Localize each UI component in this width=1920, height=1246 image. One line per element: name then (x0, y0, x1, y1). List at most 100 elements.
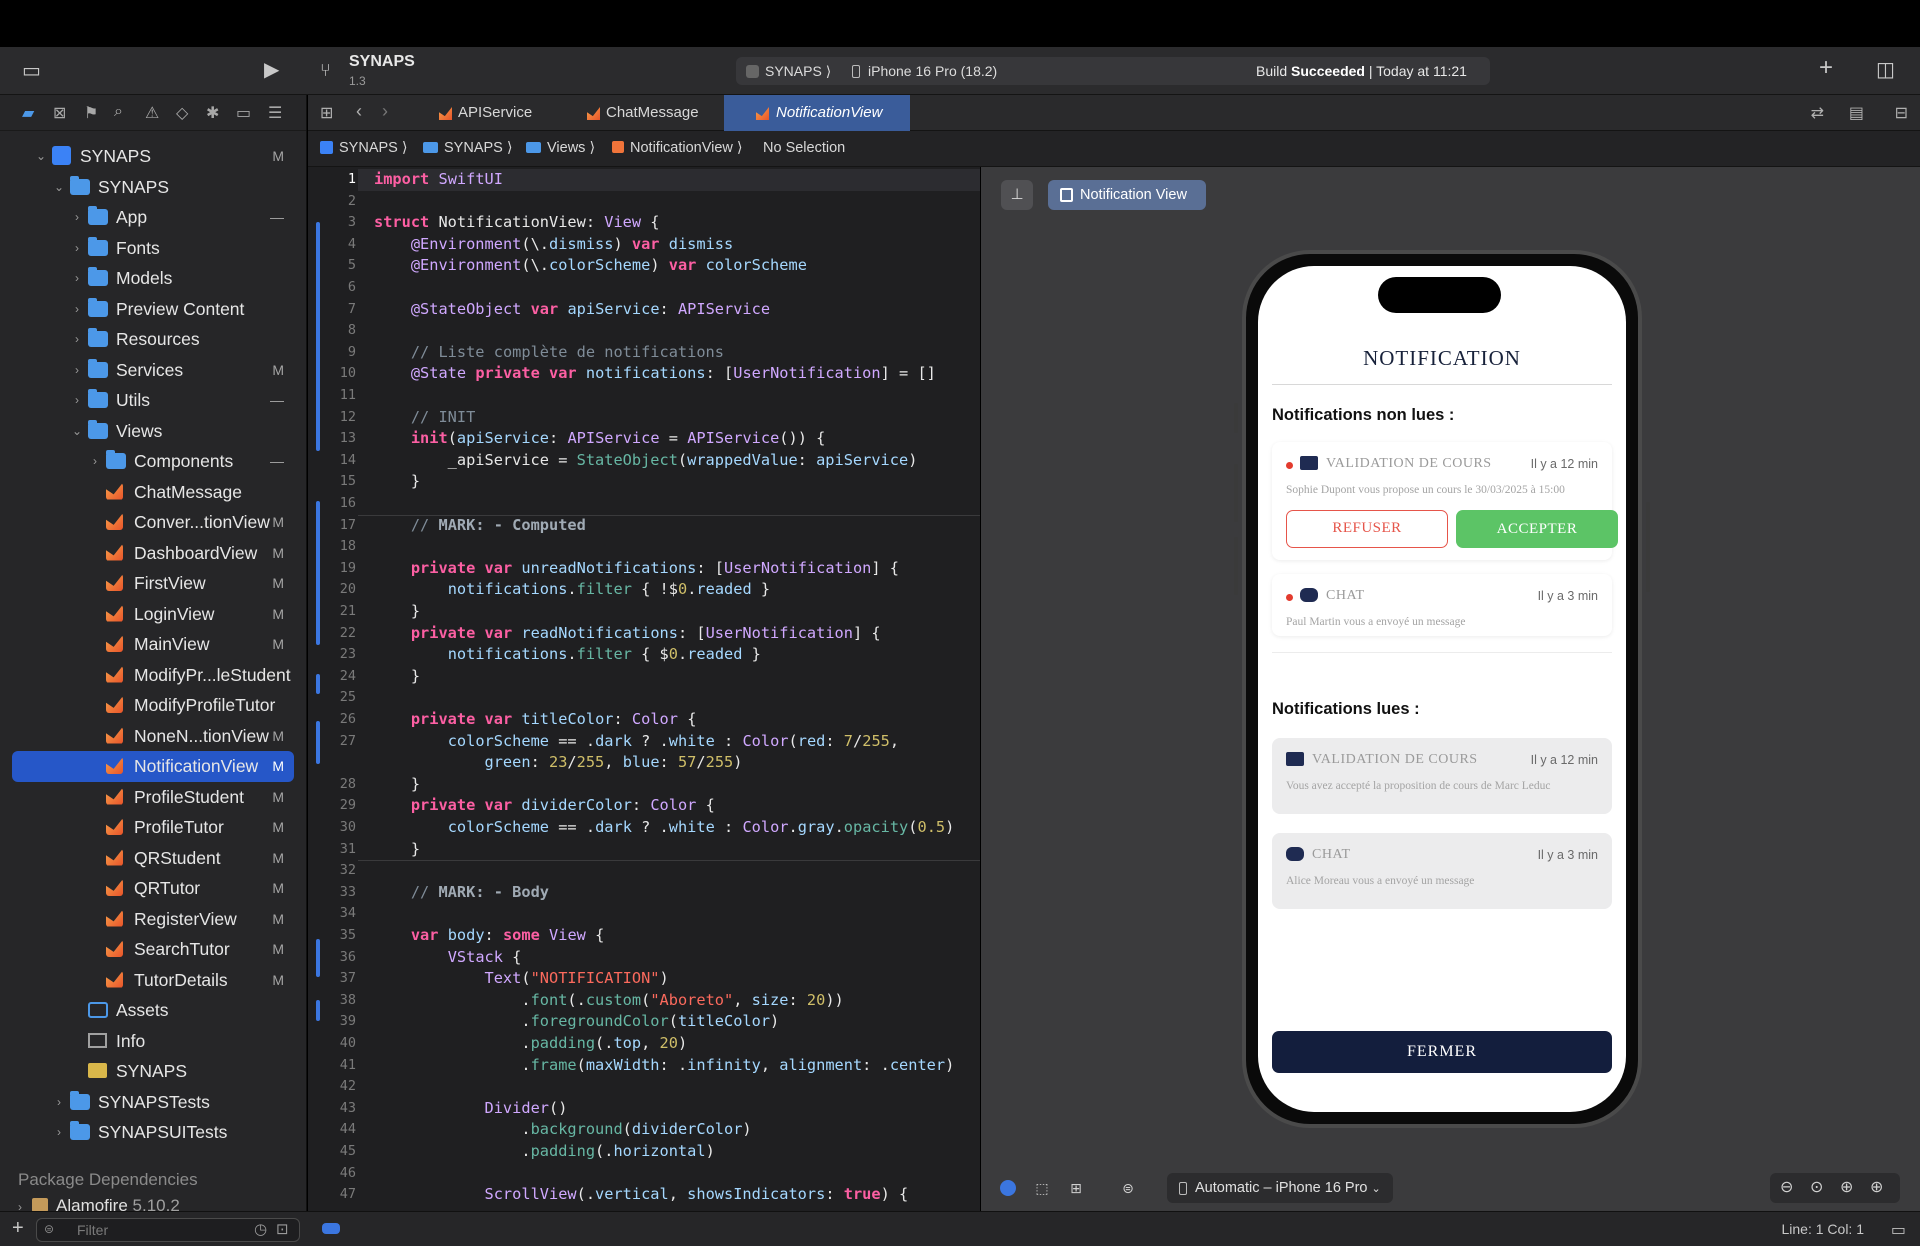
code-line[interactable]: 20 notifications.filter { !$0.readed } (308, 579, 980, 601)
unread-card-course[interactable]: VALIDATION DE COURS Il y a 12 min Sophie… (1272, 442, 1618, 560)
code-line[interactable]: 9 // Liste complète de notifications (308, 342, 980, 364)
live-preview-icon[interactable] (995, 1175, 1021, 1201)
add-icon[interactable]: + (1819, 56, 1833, 80)
code-line[interactable]: 34 (308, 903, 980, 925)
change-indicator[interactable] (316, 674, 320, 694)
related-items-icon[interactable]: ⇄ (1811, 103, 1824, 123)
sidebar-item[interactable]: › Models (0, 263, 306, 294)
chevron-right-icon[interactable]: › (88, 446, 102, 477)
code-line[interactable]: 46 (308, 1163, 980, 1185)
sidebar-item[interactable]: FirstView M (0, 568, 306, 599)
code-line[interactable]: 41 .frame(maxWidth: .infinity, alignment… (308, 1055, 980, 1077)
code-line[interactable]: 30 colorScheme == .dark ? .white : Color… (308, 817, 980, 839)
sidebar-item[interactable]: › SYNAPSTests (0, 1087, 306, 1118)
zoom-fit-icon[interactable]: ⊕ (1840, 1177, 1853, 1197)
chevron-right-icon[interactable]: › (70, 294, 84, 325)
code-line[interactable]: 15 } (308, 471, 980, 493)
sidebar-item[interactable]: › Utils — (0, 385, 306, 416)
chevron-right-icon[interactable]: › (70, 385, 84, 416)
code-line[interactable]: 36 VStack { (308, 947, 980, 969)
sidebar-item[interactable]: QRStudent M (0, 843, 306, 874)
sidebar-item[interactable]: DashboardView M (0, 538, 306, 569)
sidebar-item[interactable]: NoneN...tionView M (0, 721, 306, 752)
breakpoint-icon[interactable]: ▭ (236, 103, 251, 123)
code-line[interactable]: 45 .padding(.horizontal) (308, 1141, 980, 1163)
code-line[interactable]: 33 // MARK: - Body (308, 882, 980, 904)
read-card-chat[interactable]: CHAT Il y a 3 min Alice Moreau vous a en… (1272, 833, 1612, 909)
code-line[interactable]: green: 23/255, blue: 57/255) (308, 752, 980, 774)
chevron-right-icon[interactable]: › (70, 324, 84, 355)
report-icon[interactable]: ☰ (268, 103, 282, 123)
breadcrumb-group[interactable]: SYNAPS ⟩ (423, 140, 513, 156)
breadcrumb-project[interactable]: SYNAPS ⟩ (320, 140, 408, 156)
forward-icon[interactable]: › (382, 101, 388, 122)
sidebar-item[interactable]: TutorDetails M (0, 965, 306, 996)
code-line[interactable]: 10 @State private var notifications: [Us… (308, 363, 980, 385)
find-icon[interactable]: ⌕ (114, 103, 123, 121)
sidebar-item[interactable]: ModifyProfileTutor (0, 690, 306, 721)
source-editor[interactable]: 1 import SwiftUI 2 3 struct NotificationView… (308, 167, 980, 1211)
close-button[interactable]: FERMER (1272, 1031, 1612, 1073)
code-line[interactable]: 19 private var unreadNotifications: [Use… (308, 558, 980, 580)
chevron-right-icon[interactable]: › (70, 355, 84, 386)
code-line[interactable]: 35 var body: some View { (308, 925, 980, 947)
inspector-toggle-icon[interactable]: ◫ (1876, 60, 1895, 80)
device-settings-icon[interactable]: ⊜ (1113, 1175, 1143, 1201)
code-line[interactable]: 13 init(apiService: APIService = APIServ… (308, 428, 980, 450)
sidebar-item[interactable]: › Services M (0, 355, 306, 386)
source-control-icon[interactable]: ⊠ (53, 103, 66, 123)
code-line[interactable]: 7 @StateObject var apiService: APIServic… (308, 299, 980, 321)
sidebar-item[interactable]: Conver...tionView M (0, 507, 306, 538)
debug-area-toggle-icon[interactable] (322, 1223, 340, 1234)
code-line[interactable]: 42 (308, 1076, 980, 1098)
preview-chip[interactable]: Notification View (1048, 180, 1206, 210)
code-line[interactable]: 26 private var titleColor: Color { (308, 709, 980, 731)
sidebar-item[interactable]: ProfileTutor M (0, 812, 306, 843)
chevron-right-icon[interactable]: › (70, 202, 84, 233)
preview-device-selector[interactable]: Automatic – iPhone 16 Pro ⌄ (1167, 1173, 1393, 1203)
code-line[interactable]: 31 } (308, 839, 980, 861)
recent-files-icon[interactable]: ◷ (254, 1220, 267, 1238)
sidebar-item[interactable]: ⌄ SYNAPS (0, 172, 306, 203)
breadcrumb-selection[interactable]: No Selection (763, 140, 845, 156)
chevron-right-icon[interactable]: › (70, 263, 84, 294)
sidebar-item[interactable]: ChatMessage (0, 477, 306, 508)
sidebar-item[interactable]: › Resources (0, 324, 306, 355)
refuse-button[interactable]: REFUSER (1286, 510, 1448, 548)
sidebar-item[interactable]: Assets (0, 995, 306, 1026)
code-line[interactable]: 24 } (308, 666, 980, 688)
run-button-icon[interactable]: ▶ (264, 60, 279, 80)
code-line[interactable]: 27 colorScheme == .dark ? .white : Color… (308, 731, 980, 753)
run-destination-selector[interactable]: iPhone 16 Pro (18.2) (852, 63, 997, 79)
scheme-selector[interactable]: SYNAPS ⟩ (746, 63, 831, 80)
sidebar-item[interactable]: ⌄ SYNAPS M (0, 141, 306, 172)
chevron-down-icon[interactable]: ⌄ (34, 141, 48, 172)
code-line[interactable]: 6 (308, 277, 980, 299)
code-line[interactable]: 5 @Environment(\.colorScheme) var colorS… (308, 255, 980, 277)
chevron-right-icon[interactable]: › (70, 233, 84, 264)
code-line[interactable]: 8 (308, 320, 980, 342)
accept-button[interactable]: ACCEPTER (1456, 510, 1618, 548)
sidebar-item[interactable]: › Preview Content (0, 294, 306, 325)
sidebar-item[interactable]: MainView M (0, 629, 306, 660)
code-line[interactable]: 12 // INIT (308, 407, 980, 429)
grid-icon[interactable]: ⊞ (320, 103, 333, 123)
code-line[interactable]: 16 (308, 493, 980, 515)
code-line[interactable]: 47 ScrollView(.vertical, showsIndicators… (308, 1184, 980, 1206)
chevron-down-icon[interactable]: ⌄ (52, 172, 66, 203)
panel-toggle-icon[interactable]: ▭ (1891, 1220, 1906, 1240)
code-line[interactable]: 29 private var dividerColor: Color { (308, 795, 980, 817)
sidebar-item[interactable]: LoginView M (0, 599, 306, 630)
change-indicator[interactable] (316, 1000, 320, 1021)
zoom-in-icon[interactable]: ⊕ (1870, 1177, 1883, 1197)
change-indicator[interactable] (316, 501, 320, 645)
code-line[interactable]: 11 (308, 385, 980, 407)
sidebar-item[interactable]: SearchTutor M (0, 934, 306, 965)
editor-options-icon[interactable]: ▤ (1849, 103, 1864, 123)
bookmark-icon[interactable]: ⚑ (84, 103, 98, 123)
add-file-icon[interactable]: + (12, 1218, 24, 1238)
code-line[interactable]: 1 import SwiftUI (308, 169, 980, 191)
code-line[interactable]: 39 .foregroundColor(titleColor) (308, 1011, 980, 1033)
code-line[interactable]: 25 (308, 687, 980, 709)
tab-apiservice[interactable]: APIService (436, 95, 556, 131)
